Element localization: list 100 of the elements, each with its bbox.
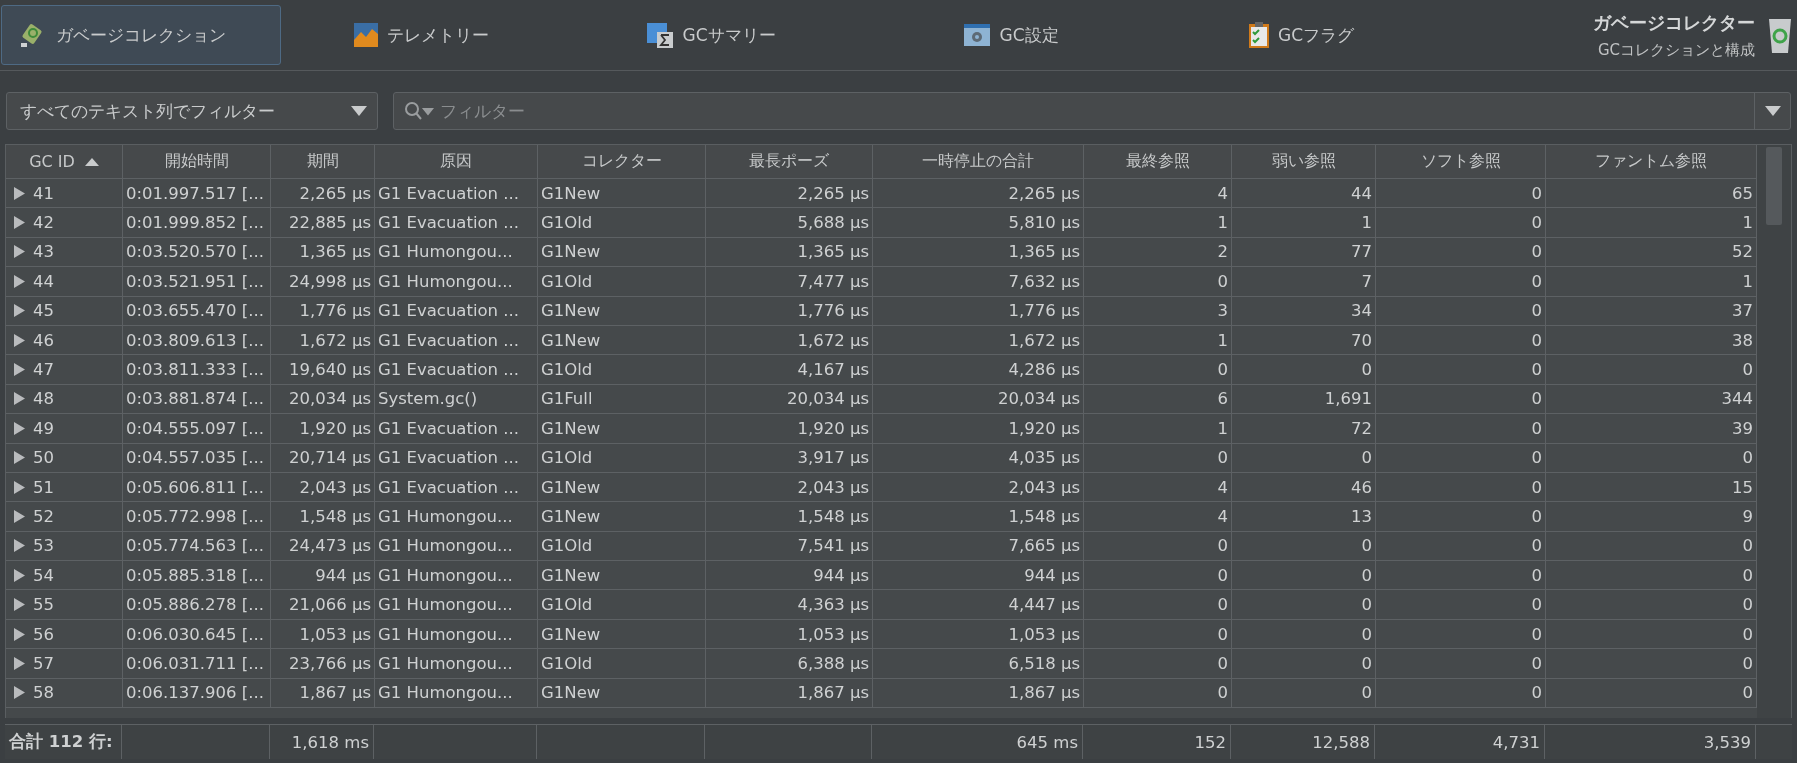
total-cell: 4,731 bbox=[1375, 725, 1545, 759]
column-header[interactable]: 期間 bbox=[271, 145, 375, 179]
expand-arrow-icon[interactable] bbox=[14, 510, 25, 523]
expand-arrow-icon[interactable] bbox=[14, 392, 25, 406]
table-cell: G1New bbox=[538, 561, 706, 591]
table-cell: 0 bbox=[1376, 179, 1546, 209]
table-cell: 0 bbox=[1376, 325, 1546, 356]
table-cell: 50 bbox=[33, 448, 54, 468]
tab[interactable]: GCサマリー bbox=[561, 5, 861, 65]
scrollbar[interactable] bbox=[1757, 145, 1791, 718]
column-header[interactable]: 開始時間 bbox=[123, 145, 271, 179]
table-cell: 55 bbox=[33, 595, 54, 615]
column-header[interactable]: 最終参照 bbox=[1084, 145, 1232, 179]
table-cell: 23,766 µs bbox=[271, 649, 375, 679]
expand-arrow-icon[interactable] bbox=[14, 656, 25, 670]
table-cell: 0 bbox=[1084, 531, 1232, 562]
table-cell: 22,885 µs bbox=[271, 208, 375, 238]
table-cell: 0:06.031.711 [... bbox=[123, 649, 271, 679]
tab[interactable]: ガベージコレクション bbox=[1, 5, 281, 65]
table-cell: 77 bbox=[1232, 237, 1376, 268]
column-header[interactable]: ファントム参照 bbox=[1546, 145, 1757, 179]
chart-icon bbox=[353, 22, 379, 48]
table-cell: G1Old bbox=[538, 208, 706, 238]
table-cell: 0:05.774.563 [... bbox=[123, 531, 271, 562]
column-filter-dropdown[interactable]: すべてのテキスト列でフィルター bbox=[6, 92, 378, 130]
table-cell: 46 bbox=[1232, 472, 1376, 503]
table-cell: 4 bbox=[1084, 502, 1232, 532]
column-header[interactable]: GC ID bbox=[6, 145, 123, 179]
tab[interactable]: GC設定 bbox=[861, 5, 1161, 65]
table-cell: 1 bbox=[1084, 414, 1232, 444]
expand-arrow-icon[interactable] bbox=[14, 333, 25, 347]
table-cell: 72 bbox=[1232, 414, 1376, 444]
expand-arrow-icon[interactable] bbox=[14, 186, 25, 200]
column-header[interactable]: 一時停止の合計 bbox=[873, 145, 1084, 179]
table-cell: 24,473 µs bbox=[271, 531, 375, 562]
total-cell: 645 ms bbox=[872, 725, 1083, 759]
total-cell: 1,618 ms bbox=[270, 725, 374, 759]
table-cell: 2,265 µs bbox=[271, 179, 375, 209]
table-cell: 1 bbox=[1084, 208, 1232, 238]
table-cell: 0:05.772.998 [... bbox=[123, 502, 271, 532]
search-field[interactable]: フィルター bbox=[393, 92, 1791, 130]
table-cell: 0 bbox=[1084, 443, 1232, 473]
expand-arrow-icon[interactable] bbox=[14, 421, 25, 435]
table-cell: G1 Humongou... bbox=[375, 678, 538, 709]
table-cell: 4,167 µs bbox=[706, 355, 873, 385]
caret-icon bbox=[351, 106, 367, 116]
table-cell: G1New bbox=[538, 678, 706, 709]
table-cell: 20,034 µs bbox=[706, 384, 873, 415]
table-cell: System.gc() bbox=[375, 384, 538, 415]
table-cell: 0 bbox=[1376, 237, 1546, 268]
column-header[interactable]: ソフト参照 bbox=[1376, 145, 1546, 179]
expand-arrow-icon[interactable] bbox=[14, 539, 25, 553]
expand-arrow-icon[interactable] bbox=[14, 274, 25, 288]
table-cell: G1 Evacuation ... bbox=[375, 355, 538, 385]
table-cell: 49 bbox=[33, 418, 54, 438]
table-cell: 1,548 µs bbox=[873, 502, 1084, 532]
table-cell: 24,998 µs bbox=[271, 267, 375, 297]
column-header[interactable]: 弱い参照 bbox=[1232, 145, 1376, 179]
expand-arrow-icon[interactable] bbox=[14, 363, 25, 377]
expand-arrow-icon[interactable] bbox=[14, 216, 25, 230]
table-cell: 944 µs bbox=[271, 561, 375, 591]
table-cell: G1Old bbox=[538, 267, 706, 297]
table-cell: 6,388 µs bbox=[706, 649, 873, 679]
table-cell: G1 Evacuation ... bbox=[375, 414, 538, 444]
column-header[interactable]: 最長ポーズ bbox=[706, 145, 873, 179]
expand-arrow-icon[interactable] bbox=[14, 245, 25, 259]
table-cell: 0 bbox=[1376, 619, 1546, 650]
table-cell: 43 bbox=[33, 242, 54, 262]
table-cell: G1New bbox=[538, 179, 706, 209]
table-cell: 53 bbox=[33, 536, 54, 556]
filter-field[interactable]: フィルター bbox=[434, 101, 1754, 121]
table-cell: G1New bbox=[538, 325, 706, 356]
table-cell: 0:04.555.097 [... bbox=[123, 414, 271, 444]
expand-arrow-icon[interactable] bbox=[14, 598, 25, 612]
table-cell: 3 bbox=[1084, 296, 1232, 326]
tab[interactable]: テレメトリー bbox=[281, 5, 561, 65]
expand-arrow-icon[interactable] bbox=[14, 304, 25, 318]
expand-arrow-icon[interactable] bbox=[14, 480, 25, 494]
column-header[interactable]: コレクター bbox=[538, 145, 706, 179]
expand-arrow-icon[interactable] bbox=[14, 686, 25, 700]
table-cell: 20,714 µs bbox=[271, 443, 375, 473]
table-cell: 0 bbox=[1376, 561, 1546, 591]
table-cell: 3,917 µs bbox=[706, 443, 873, 473]
table-cell: 5,810 µs bbox=[873, 208, 1084, 238]
table-cell: 0:05.606.811 [... bbox=[123, 472, 271, 503]
search-icon bbox=[404, 101, 434, 121]
table-cell: 46 bbox=[33, 330, 54, 350]
table-cell: 0 bbox=[1376, 531, 1546, 562]
table-cell: 0 bbox=[1376, 267, 1546, 297]
table-cell: G1Old bbox=[538, 355, 706, 385]
expand-arrow-icon[interactable] bbox=[14, 627, 25, 641]
table-cell: 0 bbox=[1376, 384, 1546, 415]
table-cell: 54 bbox=[33, 565, 54, 585]
expand-arrow-icon[interactable] bbox=[14, 568, 25, 582]
table-cell: G1Old bbox=[538, 590, 706, 620]
tab[interactable]: GCフラグ bbox=[1161, 5, 1441, 65]
column-header[interactable]: 原因 bbox=[375, 145, 538, 179]
expand-arrow-icon[interactable] bbox=[14, 451, 25, 465]
table-cell: 0:05.886.278 [... bbox=[123, 590, 271, 620]
table-cell: 0 bbox=[1232, 355, 1376, 385]
